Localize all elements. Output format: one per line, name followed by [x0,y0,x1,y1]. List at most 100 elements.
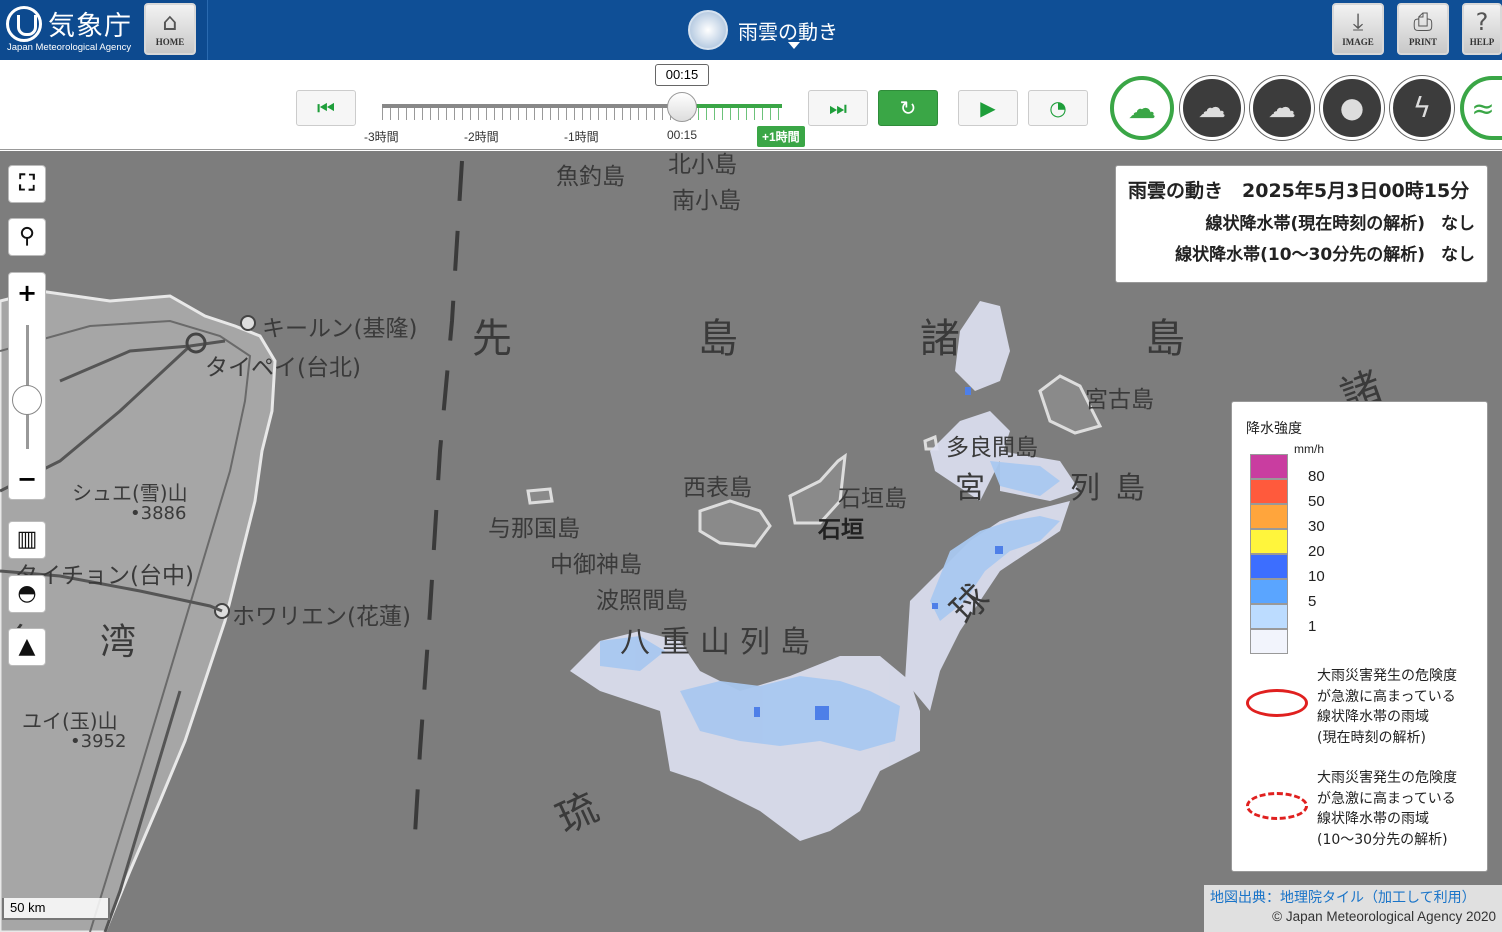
map-label-taipei: タイペイ(台北) [205,355,361,381]
legend-swatch-label: 20 [1308,543,1325,560]
legend-swatch-label: 80 [1308,468,1325,485]
print-button[interactable]: ⎙ PRINT [1397,3,1449,55]
legend-solid-desc: 大雨災害発生の危険度 が急激に高まっている 線状降水帯の雨域 (現在時刻の解析) [1317,668,1457,746]
speedometer-icon: ◔ [1049,96,1067,120]
legend-swatch-label: 10 [1308,568,1325,585]
map-label-shima3: 島 [1115,471,1145,506]
help-button[interactable]: ? HELP [1462,3,1502,55]
location-pin-icon: ⚲ [18,224,36,249]
home-button[interactable]: ⌂ HOME [144,3,196,55]
water-drop-icon: ◓ [17,581,37,606]
thunder-cloud-icon: ☁ [1198,91,1226,124]
latest-refresh-button[interactable]: ↻ [878,90,938,126]
skip-end-icon: ⏭ [829,96,847,120]
locate-button[interactable]: ⚲ [8,218,46,256]
timeline-toolbar: ⏮ 00:15 -3時間 -2時間 -1時間 00:15 +1時間 ⏭ ↻ ▶ … [0,60,1502,150]
play-icon: ▶ [980,96,996,120]
map-label-keelung: キールン(基隆) [262,316,418,342]
rain-echo [570,301,1080,841]
map-label-shue: シュエ(雪)山 [72,481,188,505]
legend-swatch [1250,529,1288,554]
ctype-tornado[interactable]: ☁ [1250,76,1314,140]
attribution-source-link[interactable]: 地図出典：地理院タイル（加工して利用） [1210,887,1496,907]
refresh-icon: ↻ [899,96,917,120]
status-info-panel: 雨雲の動き 2025年5月3日00時15分 線状降水帯(現在時刻の解析) なし 線… [1115,165,1488,283]
map-icon: ▥ [16,527,38,552]
current-time-bubble: 00:15 [655,64,709,86]
legend-swatch [1250,604,1288,629]
zoom-slider-knob[interactable] [12,385,42,415]
drop-icon: ● [1339,91,1365,124]
ctype-drop[interactable]: ● [1320,76,1384,140]
map-label-hateruma: 波照間島 [596,588,688,614]
rain-cloud-icon: ☁ [1128,92,1156,125]
map-label-tarama: 多良間島 [946,435,1038,461]
zoom-out-button[interactable]: − [9,461,45,497]
solid-oval-icon [1246,689,1308,717]
time-slider-knob[interactable] [667,92,697,122]
printer-icon: ⎙ [1413,8,1433,36]
slider-ticks-future [682,108,782,120]
skip-end-button[interactable]: ⏭ [808,90,868,126]
ctype-thunder-cloud[interactable]: ☁ [1180,76,1244,140]
map-label-minamikojima: 南小島 [672,188,741,214]
image-download-button[interactable]: ⤓ IMAGE [1332,3,1384,55]
app-header: 気象庁 Japan Meteorological Agency ⌂ HOME 雨… [0,0,1502,60]
tick-label-minus3: -3時間 [364,130,399,144]
home-icon: ⌂ [162,8,178,36]
fullscreen-button[interactable]: ⛶ [8,165,46,203]
copyright-text: © Japan Meteorological Agency 2020 [1272,909,1496,924]
legend-swatch [1250,579,1288,604]
wave-icon: ≈ [1471,92,1495,125]
overlay-drop-button[interactable]: ◓ [8,575,46,613]
legend-swatch-label: 5 [1308,593,1317,610]
map-label-hualien: ホワリエン(花蓮) [232,604,411,630]
legend-swatch [1250,504,1288,529]
page-title: 雨雲の動き [738,20,838,44]
legend-swatch [1250,479,1288,504]
rain-cloud-logo-icon [688,10,728,50]
tick-label-plus1[interactable]: +1時間 [757,126,805,147]
ctype-lightning[interactable]: ϟ [1390,76,1454,140]
map-label-nakanokami: 中御神島 [550,552,642,578]
legend-swatch-label: 30 [1308,518,1325,535]
legend-dash-desc: 大雨災害発生の危険度 が急激に高まっている 線状降水帯の雨域 (10〜30分先の… [1317,770,1457,848]
tick-label-minus2: -2時間 [464,130,499,144]
map-label-sho: 諸 [920,316,960,362]
info-row-current: 線状降水帯(現在時刻の解析) なし [1205,214,1475,234]
play-button[interactable]: ▶ [958,90,1018,126]
skip-start-icon: ⏮ [317,96,335,120]
legend-swatch [1250,554,1288,579]
map-label-ishigakijima: 石垣島 [838,486,907,512]
logo-text-ja: 気象庁 [48,11,132,42]
map-view[interactable]: 魚釣島 北小島 南小島 先 島 諸 島 諸 キールン(基隆) タイペイ(台北) … [0,151,1502,932]
fullscreen-icon: ⛶ [19,171,35,196]
skip-start-button[interactable]: ⏮ [296,90,356,126]
map-attribution: 地図出典：地理院タイル（加工して利用） © Japan Meteorologic… [1204,885,1502,932]
tick-label-now: 00:15 [667,128,698,142]
legend-swatch-label: 50 [1308,493,1325,510]
map-label-shue-height: •3886 [130,503,187,524]
download-icon: ⤓ [1352,8,1364,36]
zoom-in-button[interactable]: + [9,275,45,311]
legend-swatch [1250,454,1288,479]
dashed-oval-icon [1246,792,1308,820]
map-label-wan: 湾 [100,622,137,663]
map-label-miyakojima: 宮古島 [1085,387,1154,413]
precipitation-legend: 降水強度 mm/h 80 50 30 20 10 5 1 大雨災害発生の危険度 が急激に高ま… [1231,401,1488,872]
map-label-kitakojima: 北小島 [668,152,737,178]
terrain-button[interactable]: ▲ [8,628,46,666]
basemap-button[interactable]: ▥ [8,521,46,559]
ctype-wave[interactable]: ≈ [1460,76,1502,140]
ctype-rain-cloud[interactable]: ☁ [1110,76,1174,140]
map-label-yushan: ユイ(玉)山 [22,709,118,733]
speed-button[interactable]: ◔ [1028,90,1088,126]
time-slider[interactable] [382,104,782,124]
legend-swatch-label: 1 [1308,618,1317,635]
zoom-control: + − [8,272,46,500]
map-label-retto: 列 [1070,471,1100,506]
map-label-ishigaki-city: 石垣 [818,517,864,543]
tick-label-minus1: -1時間 [564,130,599,144]
map-label-shima2: 島 [1145,316,1185,362]
map-label-shima1: 島 [698,316,738,362]
